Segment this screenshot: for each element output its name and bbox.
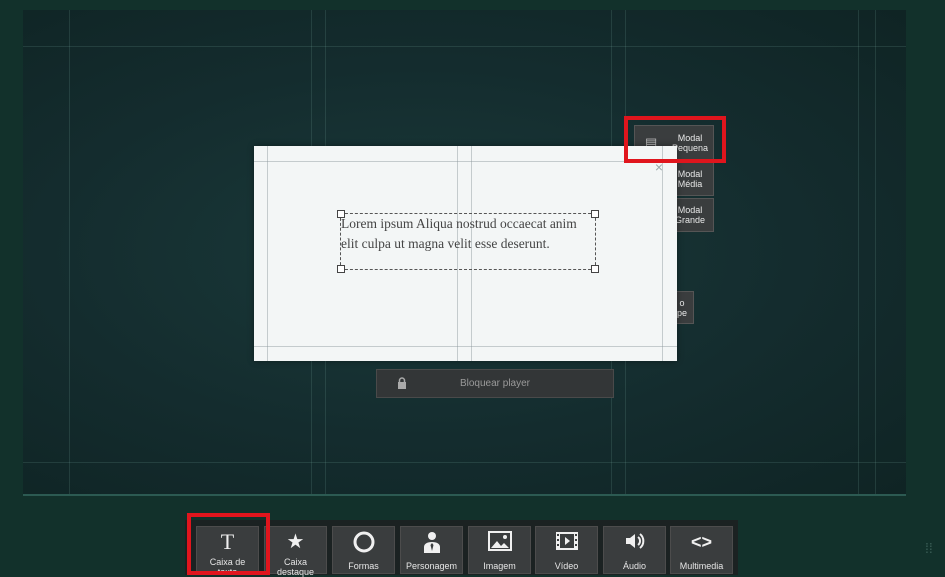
person-icon (401, 531, 462, 553)
guide-line (69, 10, 70, 494)
corner-mark: ⁞⁞ (925, 540, 933, 556)
resize-handle[interactable] (337, 265, 345, 273)
stage-divider (23, 494, 906, 496)
image-icon (469, 531, 530, 553)
guide-line (23, 46, 906, 47)
resize-handle[interactable] (591, 210, 599, 218)
guide-line (23, 462, 906, 463)
resize-handle[interactable] (591, 265, 599, 273)
highlight-modal-small (624, 116, 726, 163)
guide-line (875, 10, 876, 494)
speaker-icon (604, 531, 665, 553)
highlight-text-box-tool (187, 513, 270, 575)
shapes-tool-button[interactable]: Formas (332, 526, 395, 574)
circle-icon (333, 531, 394, 553)
character-tool-button[interactable]: Personagem (400, 526, 463, 574)
film-icon (536, 531, 597, 553)
code-icon: <> (690, 532, 713, 552)
text-box-content[interactable]: Lorem ipsum Aliqua nostrud occaecat anim… (341, 214, 591, 254)
guide-line (858, 10, 859, 494)
lock-player-button[interactable]: Bloquear player (376, 369, 614, 398)
resize-handle[interactable] (337, 210, 345, 218)
video-tool-button[interactable]: Vídeo (535, 526, 598, 574)
guide-line (267, 146, 268, 361)
audio-tool-button[interactable]: Áudio (603, 526, 666, 574)
guide-line (254, 161, 677, 162)
text-box-element[interactable]: Lorem ipsum Aliqua nostrud occaecat anim… (337, 210, 599, 273)
image-tool-button[interactable]: Imagem (468, 526, 531, 574)
star-icon: ★ (286, 531, 305, 553)
modal-dialog[interactable]: × Lorem ipsum Aliqua nostrud occaecat an… (254, 146, 677, 361)
multimedia-tool-button[interactable]: <> Multimedia (670, 526, 733, 574)
highlight-box-tool-button[interactable]: ★ Caixa destaque (264, 526, 327, 577)
guide-line (254, 346, 677, 347)
guide-line (662, 146, 663, 361)
